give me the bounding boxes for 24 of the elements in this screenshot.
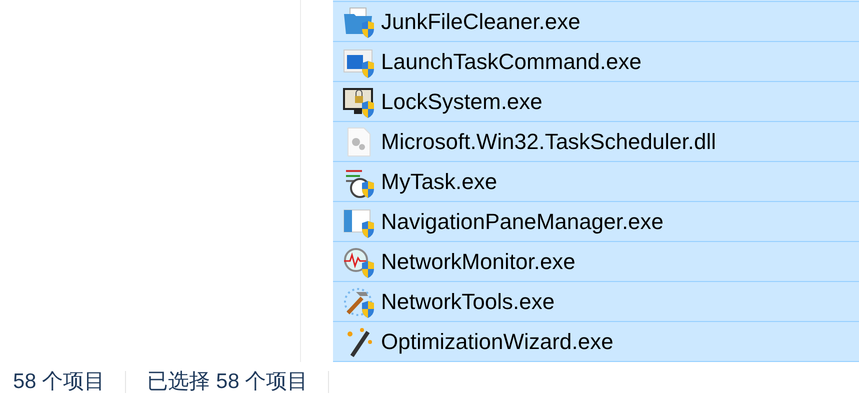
file-row[interactable]: Microsoft.Win32.TaskScheduler.dll: [333, 122, 859, 162]
file-name: MyTask.exe: [381, 168, 498, 196]
file-name: LaunchTaskCommand.exe: [381, 48, 642, 76]
file-name: NavigationPaneManager.exe: [381, 208, 664, 236]
file-row[interactable]: OptimizationWizard.exe: [333, 322, 859, 362]
file-name: OptimizationWizard.exe: [381, 328, 614, 356]
file-row[interactable]: NavigationPaneManager.exe: [333, 202, 859, 242]
file-name: LockSystem.exe: [381, 88, 542, 116]
file-name: NetworkTools.exe: [381, 288, 555, 316]
item-count: 58 个项目: [12, 368, 106, 395]
file-row[interactable]: JunkFileCleaner.exe: [333, 2, 859, 42]
wrench-hammer-icon: [342, 286, 374, 318]
selection-count: 已选择 58 个项目: [146, 368, 310, 395]
file-name: NetworkMonitor.exe: [381, 248, 576, 276]
file-row[interactable]: NetworkMonitor.exe: [333, 242, 859, 282]
file-row[interactable]: MyTask.exe: [333, 162, 859, 202]
folder-icon: [342, 6, 374, 38]
file-row[interactable]: LockSystem.exe: [333, 82, 859, 122]
monitor-lock-icon: [342, 86, 374, 118]
file-row[interactable]: NetworkTools.exe: [333, 282, 859, 322]
file-name: Microsoft.Win32.TaskScheduler.dll: [381, 128, 716, 156]
file-row[interactable]: LaunchTaskCommand.exe: [333, 42, 859, 82]
pulse-magnifier-icon: [342, 246, 374, 278]
file-name: JunkFileCleaner.exe: [381, 8, 580, 36]
